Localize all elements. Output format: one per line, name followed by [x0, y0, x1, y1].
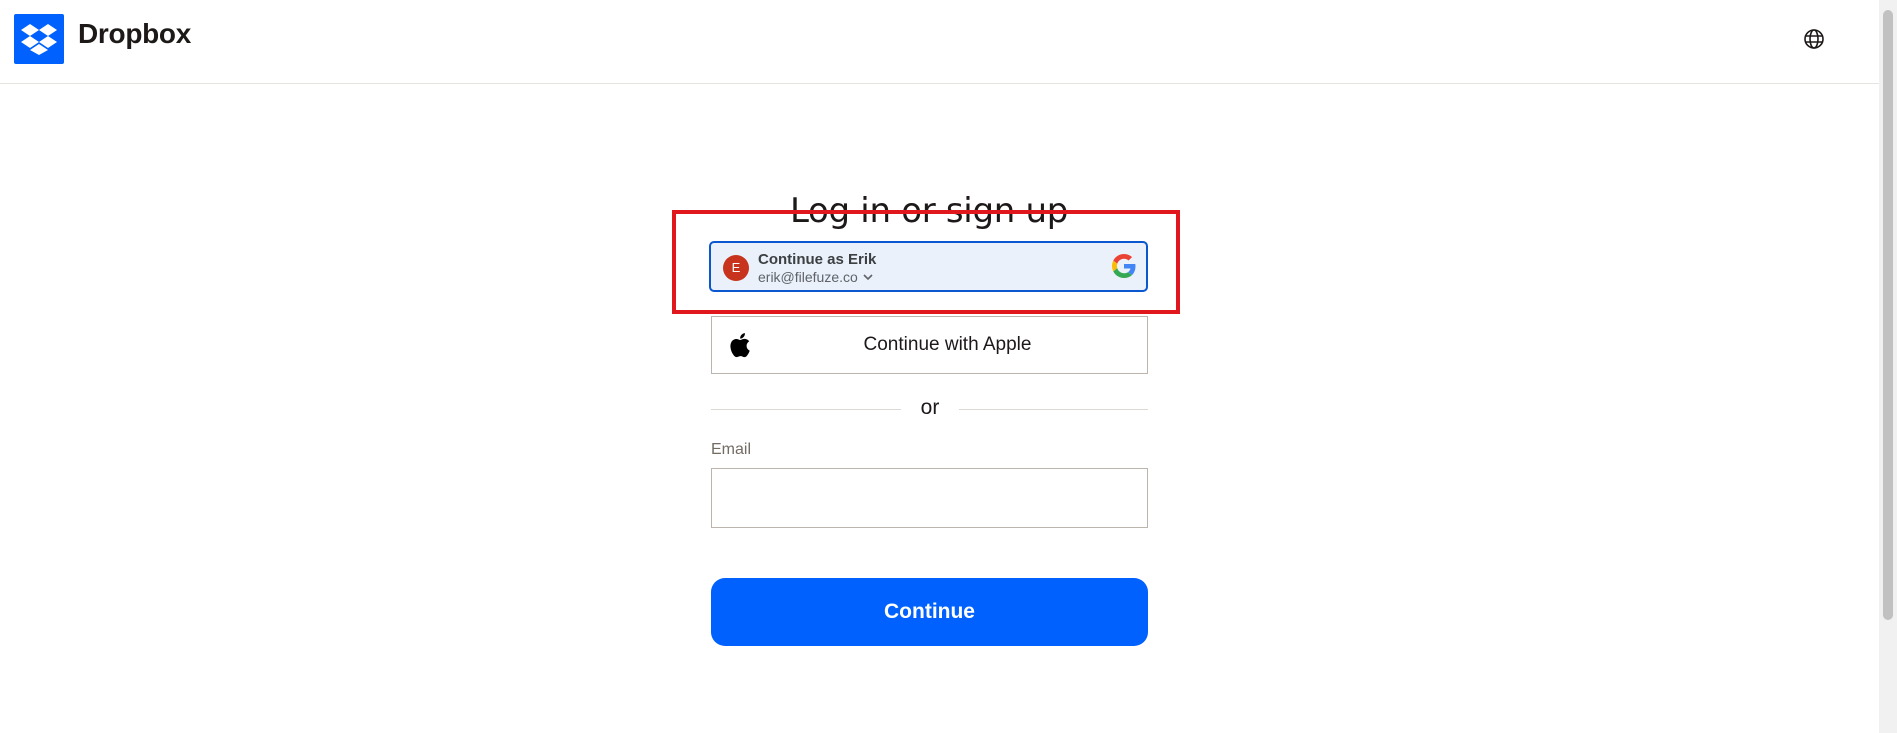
apple-button-label: Continue with Apple	[863, 334, 1032, 355]
email-field-label: Email	[711, 441, 752, 458]
google-account-name: Continue as Erik	[758, 251, 877, 268]
google-g-icon	[1112, 254, 1136, 278]
email-field[interactable]	[711, 468, 1148, 528]
top-header: Dropbox	[0, 0, 1879, 84]
divider-line-right	[959, 409, 1148, 410]
brand-name[interactable]: Dropbox	[78, 18, 191, 50]
or-divider-text: or	[920, 396, 940, 419]
dropbox-logo-icon[interactable]	[14, 14, 64, 64]
continue-button[interactable]: Continue	[711, 578, 1148, 646]
continue-with-apple-button[interactable]: Continue with Apple	[711, 316, 1148, 374]
google-account-email: erik@filefuze.co	[758, 269, 858, 285]
globe-icon[interactable]	[1802, 27, 1826, 51]
avatar: E	[723, 255, 749, 281]
scrollbar-thumb[interactable]	[1883, 10, 1893, 620]
vertical-scrollbar[interactable]	[1879, 0, 1897, 733]
chevron-down-icon[interactable]	[862, 271, 874, 283]
google-one-tap-button[interactable]: E Continue as Erik erik@filefuze.co	[709, 241, 1148, 292]
google-account-email-row[interactable]: erik@filefuze.co	[758, 269, 874, 285]
divider-line-left	[711, 409, 901, 410]
